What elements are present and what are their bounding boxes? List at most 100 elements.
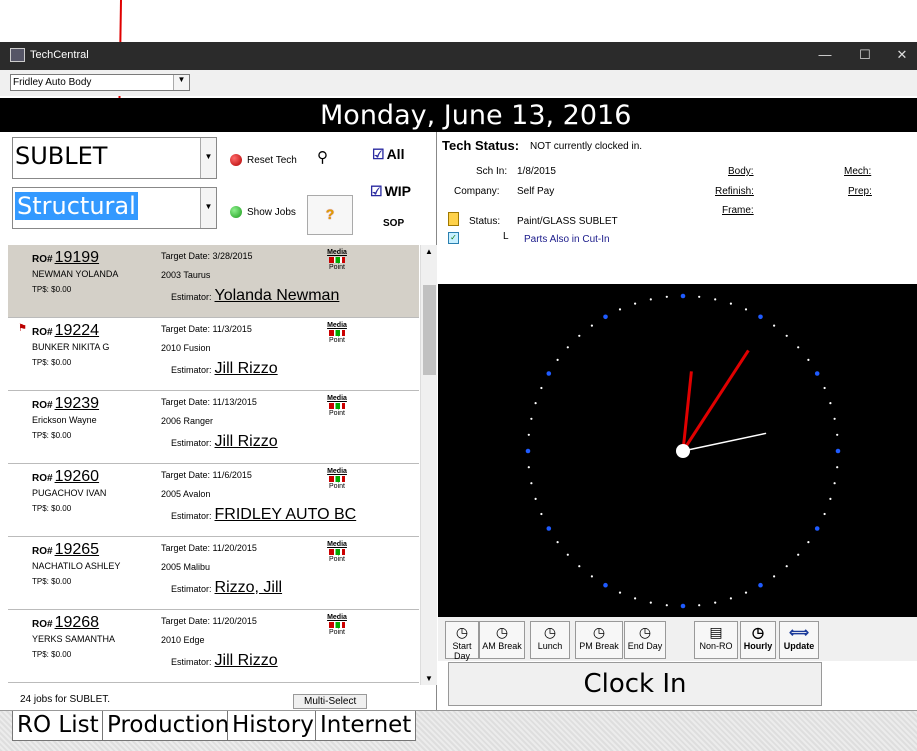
parts-link[interactable]: Parts Also in Cut-In bbox=[524, 234, 610, 245]
start-day-button[interactable]: ◷ Start Day bbox=[445, 621, 479, 661]
ro-number[interactable]: RO# 19199 bbox=[32, 249, 99, 267]
tab-internet[interactable]: Internet bbox=[315, 711, 417, 741]
ro-list-item[interactable]: ⚑ RO# 19224 BUNKER NIKITA G TP$: $0.00 Target… bbox=[8, 318, 419, 391]
ro-list-item[interactable]: RO# 19199 NEWMAN YOLANDA TP$: $0.00 Target D… bbox=[8, 245, 419, 318]
minute-marker bbox=[566, 346, 569, 349]
ro-number[interactable]: RO# 19224 bbox=[32, 322, 99, 340]
ro-number-link[interactable]: 19224 bbox=[55, 322, 100, 339]
media-point-icon[interactable]: Media Point bbox=[326, 614, 348, 636]
status-row-value: Paint/GLASS SUBLET bbox=[517, 216, 618, 227]
multi-select-button[interactable]: Multi-Select bbox=[293, 694, 368, 709]
ro-number-link[interactable]: 19199 bbox=[55, 249, 100, 266]
minute-marker bbox=[527, 466, 530, 469]
ro-number-link[interactable]: 19239 bbox=[55, 395, 100, 412]
am-break-button[interactable]: ◷ AM Break bbox=[479, 621, 525, 659]
sop-button[interactable]: SOP bbox=[383, 218, 404, 229]
refinish-link[interactable]: Refinish: bbox=[715, 186, 754, 197]
ro-number-link[interactable]: 19265 bbox=[55, 541, 100, 558]
window-title: TechCentral bbox=[30, 49, 89, 61]
minimize-button[interactable]: — bbox=[810, 45, 840, 65]
tp-amount: TP$: $0.00 bbox=[32, 358, 72, 367]
frame-link[interactable]: Frame: bbox=[722, 205, 754, 216]
vehicle: 2010 Fusion bbox=[161, 343, 211, 353]
minute-marker bbox=[556, 541, 559, 544]
subcategory-value: Structural bbox=[15, 192, 138, 220]
close-button[interactable]: ✕ bbox=[887, 45, 917, 65]
prep-link[interactable]: Prep: bbox=[848, 186, 872, 197]
minute-marker bbox=[785, 565, 788, 568]
ro-list-item[interactable]: RO# 19268 YERKS SAMANTHA TP$: $0.00 Target D… bbox=[8, 610, 419, 683]
pm-break-button[interactable]: ◷ PM Break bbox=[575, 621, 623, 659]
estimator-name[interactable]: Jill Rizzo bbox=[215, 360, 278, 377]
ro-list-item[interactable]: RO# 19260 PUGACHOV IVAN TP$: $0.00 Target Da… bbox=[8, 464, 419, 537]
all-checkbox[interactable]: ☑ All bbox=[372, 146, 404, 163]
estimator-name[interactable]: Rizzo, Jill bbox=[215, 579, 283, 596]
shop-bar: Fridley Auto Body ▼ bbox=[0, 70, 917, 96]
show-jobs-icon[interactable] bbox=[230, 206, 242, 218]
help-button[interactable]: ? bbox=[307, 195, 353, 235]
media-point-icon[interactable]: Media Point bbox=[326, 249, 348, 271]
wip-checkbox[interactable]: ☑ WIP bbox=[370, 183, 411, 200]
scroll-up-icon[interactable]: ▲ bbox=[425, 247, 433, 256]
tp-amount: TP$: $0.00 bbox=[32, 577, 72, 586]
media-point-icon[interactable]: Media Point bbox=[326, 468, 348, 490]
estimator-name[interactable]: Jill Rizzo bbox=[215, 433, 278, 450]
minute-marker bbox=[649, 601, 652, 604]
ro-list-item[interactable]: RO# 19265 NACHATILO ASHLEY TP$: $0.00 Target… bbox=[8, 537, 419, 610]
reset-tech-icon[interactable] bbox=[230, 154, 242, 166]
button-label: Hourly bbox=[743, 641, 773, 651]
ro-number[interactable]: RO# 19268 bbox=[32, 614, 99, 632]
maximize-button[interactable]: ☐ bbox=[850, 45, 880, 65]
scroll-thumb[interactable] bbox=[423, 285, 436, 375]
point-label: Point bbox=[329, 483, 345, 490]
estimator-name[interactable]: Yolanda Newman bbox=[215, 287, 340, 304]
tab-ro-list[interactable]: RO List bbox=[12, 711, 104, 741]
ro-number-link[interactable]: 19268 bbox=[55, 614, 100, 631]
hour-marker bbox=[525, 448, 531, 454]
tab-history[interactable]: History bbox=[227, 711, 319, 741]
minute-marker bbox=[714, 601, 717, 604]
category-select[interactable]: SUBLET ▼ bbox=[12, 137, 217, 179]
tab-production[interactable]: Production bbox=[102, 711, 235, 741]
ro-number-link[interactable]: 19260 bbox=[55, 468, 100, 485]
reset-tech-button[interactable]: Reset Tech bbox=[247, 155, 297, 166]
minute-marker bbox=[698, 295, 701, 298]
chevron-down-icon[interactable]: ▼ bbox=[200, 188, 216, 228]
current-date: Monday, June 13, 2016 bbox=[320, 100, 632, 131]
estimator-name[interactable]: FRIDLEY AUTO BC bbox=[215, 506, 357, 523]
body-link[interactable]: Body: bbox=[728, 166, 754, 177]
chevron-down-icon[interactable]: ▼ bbox=[200, 138, 216, 178]
media-point-icon[interactable]: Media Point bbox=[326, 541, 348, 563]
ro-prefix: RO# bbox=[32, 327, 53, 338]
media-bars bbox=[329, 330, 345, 336]
chevron-down-icon[interactable]: ▼ bbox=[173, 75, 189, 90]
minute-marker bbox=[773, 324, 776, 327]
ro-number[interactable]: RO# 19260 bbox=[32, 468, 99, 486]
clock-in-button[interactable]: Clock In bbox=[448, 662, 822, 706]
target-date: Target Date: 11/20/2015 bbox=[161, 616, 257, 626]
minute-marker bbox=[578, 334, 581, 337]
shop-select[interactable]: Fridley Auto Body ▼ bbox=[10, 74, 190, 91]
scroll-down-icon[interactable]: ▼ bbox=[425, 674, 433, 683]
hour-marker bbox=[603, 582, 608, 588]
non-ro-button[interactable]: ▤ Non-RO bbox=[694, 621, 738, 659]
media-point-icon[interactable]: Media Point bbox=[326, 395, 348, 417]
search-icon[interactable]: ⚲ bbox=[317, 148, 328, 166]
ro-list-item[interactable]: RO# 19239 Erickson Wayne TP$: $0.00 Target D… bbox=[8, 391, 419, 464]
hourly-button[interactable]: ◷ Hourly bbox=[740, 621, 776, 659]
end-day-button[interactable]: ◷ End Day bbox=[624, 621, 666, 659]
wip-label: WIP bbox=[384, 183, 412, 199]
app-icon bbox=[10, 48, 25, 62]
mech-link[interactable]: Mech: bbox=[844, 166, 871, 177]
estimator-name[interactable]: Jill Rizzo bbox=[215, 652, 278, 669]
vehicle: 2003 Taurus bbox=[161, 270, 211, 280]
subcategory-select[interactable]: Structural ▼ bbox=[12, 187, 217, 229]
ro-number[interactable]: RO# 19265 bbox=[32, 541, 99, 559]
lunch-button[interactable]: ◷ Lunch bbox=[530, 621, 570, 659]
media-point-icon[interactable]: Media Point bbox=[326, 322, 348, 344]
ro-number[interactable]: RO# 19239 bbox=[32, 395, 99, 413]
ro-list-scrollbar[interactable]: ▲ ▼ bbox=[420, 245, 437, 685]
update-button[interactable]: ⟺ Update bbox=[779, 621, 819, 659]
show-jobs-button[interactable]: Show Jobs bbox=[247, 207, 296, 218]
sch-in-label: Sch In: bbox=[476, 166, 508, 177]
